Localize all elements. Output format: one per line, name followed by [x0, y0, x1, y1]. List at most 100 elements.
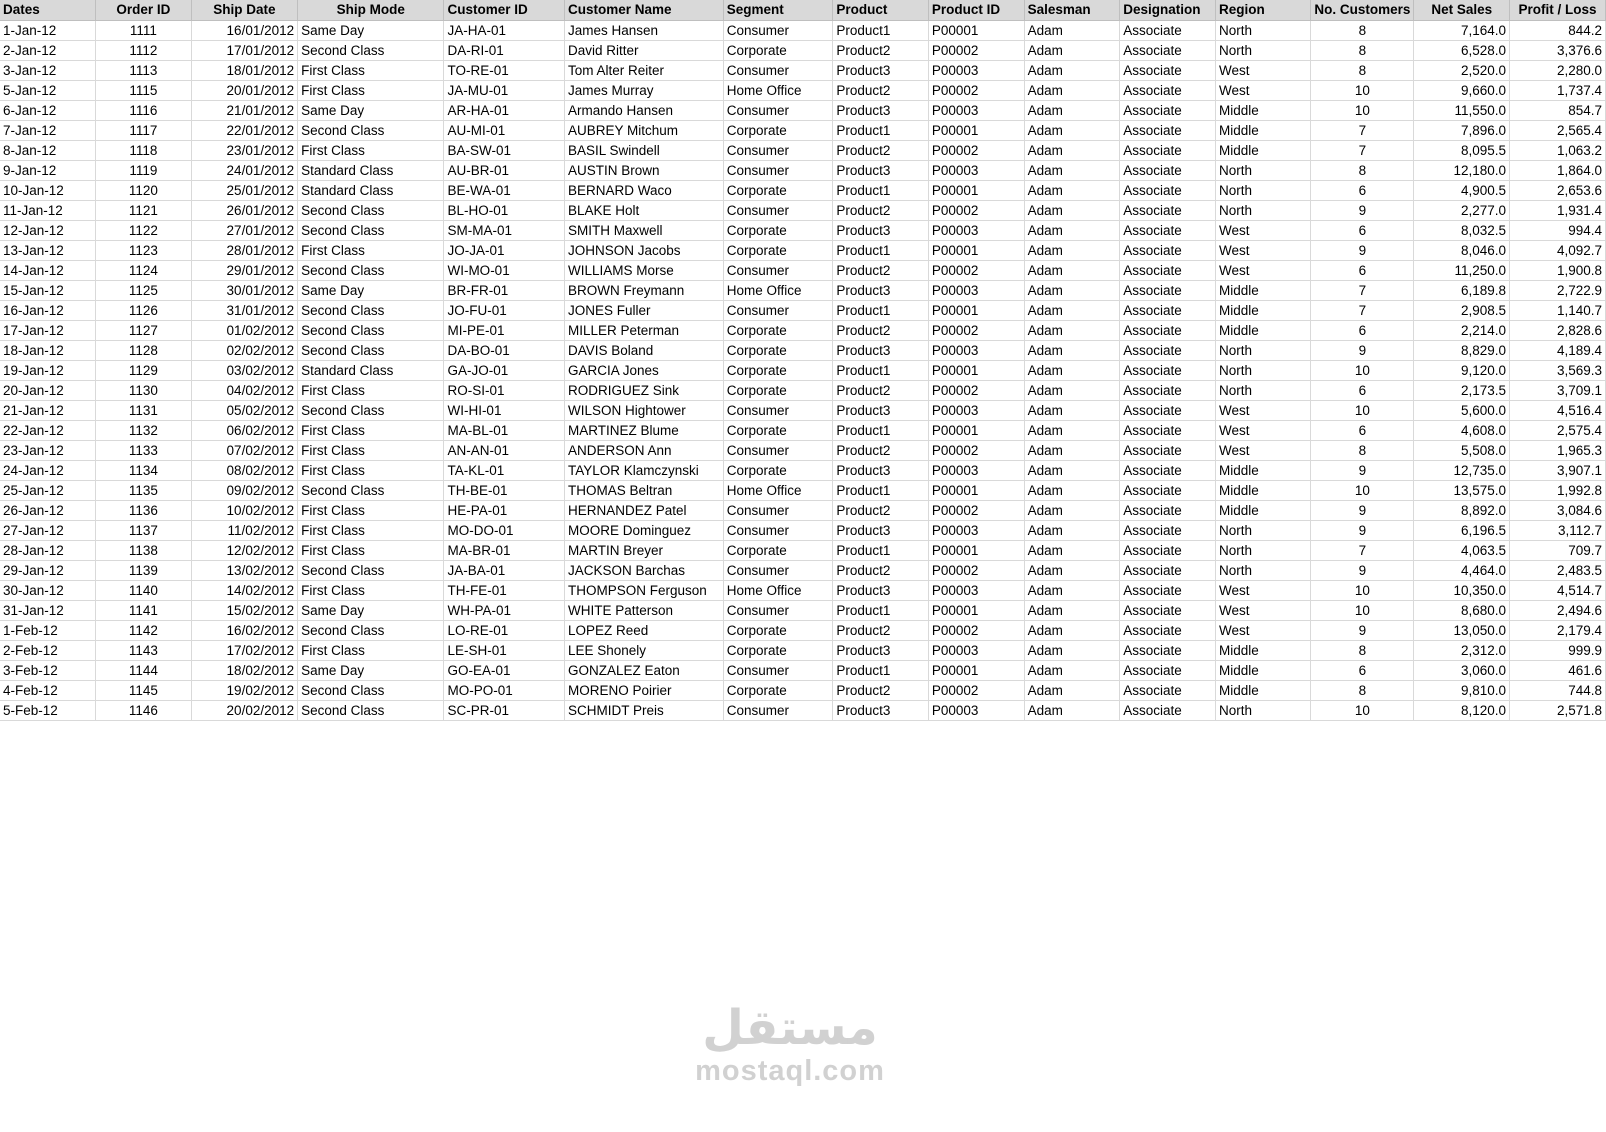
cell-net-sales[interactable]: 8,892.0 — [1413, 500, 1511, 521]
cell-customer-id[interactable]: SC-PR-01 — [443, 700, 565, 721]
cell-profit-loss[interactable]: 2,179.4 — [1509, 620, 1606, 641]
cell-salesman[interactable]: Adam — [1024, 340, 1121, 361]
cell-net-sales[interactable]: 4,063.5 — [1413, 540, 1511, 561]
cell-product[interactable]: Product3 — [832, 700, 929, 721]
cell-ship-mode[interactable]: First Class — [297, 640, 445, 661]
cell-ship-mode[interactable]: First Class — [297, 520, 445, 541]
cell-designation[interactable]: Associate — [1119, 680, 1217, 701]
column-header-dates[interactable]: Dates — [0, 0, 97, 21]
cell-salesman[interactable]: Adam — [1024, 540, 1121, 561]
cell-salesman[interactable]: Adam — [1024, 520, 1121, 541]
cell-segment[interactable]: Consumer — [723, 700, 834, 721]
cell-segment[interactable]: Consumer — [723, 400, 834, 421]
cell-ship-mode[interactable]: Standard Class — [297, 360, 445, 381]
cell-customer-name[interactable]: RODRIGUEZ Sink — [564, 380, 724, 401]
cell-no-customers[interactable]: 8 — [1310, 160, 1415, 181]
cell-profit-loss[interactable]: 1,140.7 — [1509, 300, 1606, 321]
cell-customer-id[interactable]: MA-BL-01 — [443, 420, 565, 441]
cell-salesman[interactable]: Adam — [1024, 640, 1121, 661]
cell-customer-name[interactable]: MILLER Peterman — [564, 320, 724, 341]
cell-order-id[interactable]: 1143 — [95, 640, 192, 661]
cell-order-id[interactable]: 1122 — [95, 220, 192, 241]
cell-dates[interactable]: 3-Feb-12 — [0, 660, 97, 681]
column-header-no-customers[interactable]: No. Customers — [1310, 0, 1415, 21]
cell-no-customers[interactable]: 8 — [1310, 60, 1415, 81]
cell-product[interactable]: Product2 — [832, 380, 929, 401]
cell-ship-date[interactable]: 07/02/2012 — [191, 440, 299, 461]
cell-net-sales[interactable]: 8,829.0 — [1413, 340, 1511, 361]
cell-product[interactable]: Product2 — [832, 200, 929, 221]
cell-salesman[interactable]: Adam — [1024, 660, 1121, 681]
cell-designation[interactable]: Associate — [1119, 40, 1217, 61]
cell-salesman[interactable]: Adam — [1024, 320, 1121, 341]
cell-region[interactable]: West — [1215, 580, 1312, 601]
cell-product-id[interactable]: P00003 — [928, 100, 1025, 121]
cell-segment[interactable]: Consumer — [723, 100, 834, 121]
cell-dates[interactable]: 29-Jan-12 — [0, 560, 97, 581]
cell-product-id[interactable]: P00002 — [928, 560, 1025, 581]
cell-segment[interactable]: Corporate — [723, 240, 834, 261]
cell-ship-date[interactable]: 16/02/2012 — [191, 620, 299, 641]
cell-salesman[interactable]: Adam — [1024, 220, 1121, 241]
cell-no-customers[interactable]: 9 — [1310, 460, 1415, 481]
cell-region[interactable]: Middle — [1215, 280, 1312, 301]
cell-region[interactable]: North — [1215, 520, 1312, 541]
cell-customer-id[interactable]: JA-HA-01 — [443, 20, 565, 41]
cell-designation[interactable]: Associate — [1119, 260, 1217, 281]
cell-customer-id[interactable]: JO-FU-01 — [443, 300, 565, 321]
cell-segment[interactable]: Corporate — [723, 460, 834, 481]
cell-net-sales[interactable]: 2,520.0 — [1413, 60, 1511, 81]
cell-designation[interactable]: Associate — [1119, 420, 1217, 441]
cell-ship-date[interactable]: 24/01/2012 — [191, 160, 299, 181]
cell-product-id[interactable]: P00003 — [928, 160, 1025, 181]
cell-customer-id[interactable]: SM-MA-01 — [443, 220, 565, 241]
cell-product-id[interactable]: P00002 — [928, 680, 1025, 701]
cell-product-id[interactable]: P00003 — [928, 280, 1025, 301]
cell-no-customers[interactable]: 7 — [1310, 280, 1415, 301]
cell-order-id[interactable]: 1138 — [95, 540, 192, 561]
cell-customer-id[interactable]: MI-PE-01 — [443, 320, 565, 341]
cell-product-id[interactable]: P00002 — [928, 380, 1025, 401]
cell-region[interactable]: West — [1215, 440, 1312, 461]
cell-region[interactable]: North — [1215, 700, 1312, 721]
cell-order-id[interactable]: 1127 — [95, 320, 192, 341]
cell-ship-date[interactable]: 09/02/2012 — [191, 480, 299, 501]
cell-ship-mode[interactable]: First Class — [297, 60, 445, 81]
cell-ship-mode[interactable]: Second Class — [297, 480, 445, 501]
cell-segment[interactable]: Consumer — [723, 300, 834, 321]
cell-no-customers[interactable]: 9 — [1310, 340, 1415, 361]
cell-customer-name[interactable]: LEE Shonely — [564, 640, 724, 661]
cell-segment[interactable]: Corporate — [723, 40, 834, 61]
cell-customer-name[interactable]: WILLIAMS Morse — [564, 260, 724, 281]
cell-customer-id[interactable]: AU-MI-01 — [443, 120, 565, 141]
cell-net-sales[interactable]: 11,550.0 — [1413, 100, 1511, 121]
column-header-customer-name[interactable]: Customer Name — [564, 0, 724, 21]
cell-product[interactable]: Product2 — [832, 680, 929, 701]
cell-product[interactable]: Product3 — [832, 60, 929, 81]
cell-order-id[interactable]: 1139 — [95, 560, 192, 581]
cell-ship-date[interactable]: 10/02/2012 — [191, 500, 299, 521]
cell-net-sales[interactable]: 13,050.0 — [1413, 620, 1511, 641]
cell-dates[interactable]: 2-Jan-12 — [0, 40, 97, 61]
cell-ship-date[interactable]: 21/01/2012 — [191, 100, 299, 121]
cell-product-id[interactable]: P00001 — [928, 480, 1025, 501]
cell-ship-date[interactable]: 18/01/2012 — [191, 60, 299, 81]
cell-net-sales[interactable]: 2,214.0 — [1413, 320, 1511, 341]
cell-no-customers[interactable]: 7 — [1310, 540, 1415, 561]
cell-net-sales[interactable]: 8,032.5 — [1413, 220, 1511, 241]
cell-segment[interactable]: Consumer — [723, 560, 834, 581]
cell-salesman[interactable]: Adam — [1024, 420, 1121, 441]
cell-segment[interactable]: Consumer — [723, 440, 834, 461]
cell-salesman[interactable]: Adam — [1024, 280, 1121, 301]
column-header-ship-mode[interactable]: Ship Mode — [297, 0, 445, 21]
cell-profit-loss[interactable]: 4,189.4 — [1509, 340, 1606, 361]
cell-order-id[interactable]: 1128 — [95, 340, 192, 361]
cell-dates[interactable]: 18-Jan-12 — [0, 340, 97, 361]
cell-dates[interactable]: 27-Jan-12 — [0, 520, 97, 541]
cell-no-customers[interactable]: 10 — [1310, 400, 1415, 421]
cell-profit-loss[interactable]: 3,376.6 — [1509, 40, 1606, 61]
cell-customer-name[interactable]: MORENO Poirier — [564, 680, 724, 701]
cell-designation[interactable]: Associate — [1119, 460, 1217, 481]
cell-ship-mode[interactable]: Second Class — [297, 560, 445, 581]
cell-ship-mode[interactable]: Second Class — [297, 700, 445, 721]
